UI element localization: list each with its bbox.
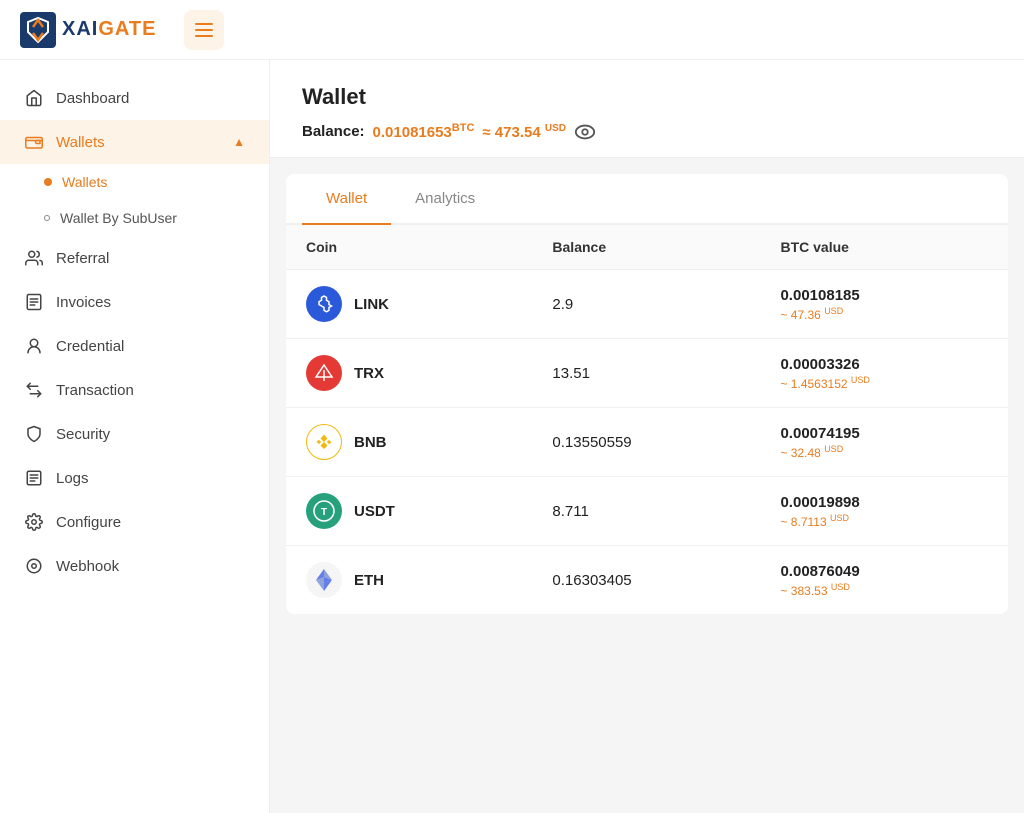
sidebar-item-label: Security bbox=[56, 426, 110, 443]
col-balance: Balance bbox=[532, 225, 760, 270]
coin-name-bnb: BNB bbox=[354, 434, 387, 451]
home-icon bbox=[24, 88, 44, 108]
sidebar-item-referral[interactable]: Referral bbox=[0, 236, 269, 280]
sidebar-item-security[interactable]: Security bbox=[0, 412, 269, 456]
coin-cell-usdt: T USDT bbox=[286, 477, 532, 546]
balance-cell-bnb: 0.13550559 bbox=[532, 408, 760, 477]
logo-text: XAIGATE bbox=[62, 18, 156, 41]
coin-cell-link: LINK bbox=[286, 270, 532, 339]
logs-icon bbox=[24, 468, 44, 488]
page-header: Wallet Balance: 0.01081653BTC ≈ 473.54 U… bbox=[270, 60, 1024, 158]
sidebar: Dashboard Wallets ▲ Wallets Wallet B bbox=[0, 60, 270, 813]
sub-item-label: Wallets bbox=[62, 174, 107, 190]
col-btc-value: BTC value bbox=[760, 225, 1008, 270]
table-row: BNB 0.13550559 0.00074195 ~ 32.48 USD bbox=[286, 408, 1008, 477]
eth-logo bbox=[306, 562, 342, 598]
sidebar-item-wallets[interactable]: Wallets ▲ bbox=[0, 120, 269, 164]
col-coin: Coin bbox=[286, 225, 532, 270]
topbar: XAIGATE bbox=[0, 0, 1024, 60]
transaction-icon bbox=[24, 380, 44, 400]
balance-approx: ≈ 473.54 USD bbox=[482, 123, 566, 141]
chevron-up-icon: ▲ bbox=[233, 135, 245, 149]
sidebar-item-configure[interactable]: Configure bbox=[0, 500, 269, 544]
sidebar-item-invoices[interactable]: Invoices bbox=[0, 280, 269, 324]
btc-value-cell-link: 0.00108185 ~ 47.36 USD bbox=[760, 270, 1008, 339]
page-title: Wallet bbox=[302, 84, 992, 110]
sidebar-item-label: Configure bbox=[56, 514, 121, 531]
coin-cell-trx: TRX bbox=[286, 339, 532, 408]
usdt-logo: T bbox=[306, 493, 342, 529]
coin-cell-bnb: BNB bbox=[286, 408, 532, 477]
sidebar-item-label: Wallets bbox=[56, 134, 105, 151]
sidebar-item-credential[interactable]: Credential bbox=[0, 324, 269, 368]
wallet-icon bbox=[24, 132, 44, 152]
sidebar-item-label: Referral bbox=[56, 250, 109, 267]
configure-icon bbox=[24, 512, 44, 532]
webhook-icon bbox=[24, 556, 44, 576]
coin-name-link: LINK bbox=[354, 296, 389, 313]
balance-label: Balance: bbox=[302, 123, 365, 140]
sub-item-label: Wallet By SubUser bbox=[60, 210, 177, 226]
svg-text:T: T bbox=[321, 507, 327, 518]
table-row: T USDT 8.711 0.00019898 ~ 8.7113 USD bbox=[286, 477, 1008, 546]
balance-cell-eth: 0.16303405 bbox=[532, 546, 760, 615]
sidebar-item-webhook[interactable]: Webhook bbox=[0, 544, 269, 588]
inactive-dot-icon bbox=[44, 215, 50, 221]
btc-value-cell-trx: 0.00003326 ~ 1.4563152 USD bbox=[760, 339, 1008, 408]
sidebar-item-label: Transaction bbox=[56, 382, 134, 399]
btc-value-cell-bnb: 0.00074195 ~ 32.48 USD bbox=[760, 408, 1008, 477]
balance-cell-usdt: 8.711 bbox=[532, 477, 760, 546]
sidebar-item-label: Invoices bbox=[56, 294, 111, 311]
balance-cell-trx: 13.51 bbox=[532, 339, 760, 408]
menu-button[interactable] bbox=[184, 10, 224, 50]
table-row: ETH 0.16303405 0.00876049 ~ 383.53 USD bbox=[286, 546, 1008, 615]
sidebar-sub-wallets[interactable]: Wallets bbox=[0, 164, 269, 200]
active-dot-icon bbox=[44, 178, 52, 186]
sidebar-item-label: Webhook bbox=[56, 558, 119, 575]
sidebar-item-label: Credential bbox=[56, 338, 124, 355]
content-area: Wallet Analytics Coin Balance BTC value bbox=[286, 174, 1008, 614]
bnb-logo bbox=[306, 424, 342, 460]
coin-name-eth: ETH bbox=[354, 572, 384, 589]
main-content: Wallet Balance: 0.01081653BTC ≈ 473.54 U… bbox=[270, 60, 1024, 813]
sidebar-item-label: Dashboard bbox=[56, 90, 129, 107]
coin-cell-eth: ETH bbox=[286, 546, 532, 615]
coin-name-usdt: USDT bbox=[354, 503, 395, 520]
wallets-submenu: Wallets Wallet By SubUser bbox=[0, 164, 269, 236]
users-icon bbox=[24, 248, 44, 268]
security-icon bbox=[24, 424, 44, 444]
balance-cell-link: 2.9 bbox=[532, 270, 760, 339]
table-header-row: Coin Balance BTC value bbox=[286, 225, 1008, 270]
invoice-icon bbox=[24, 292, 44, 312]
tab-wallet[interactable]: Wallet bbox=[302, 174, 391, 225]
tabs-row: Wallet Analytics bbox=[286, 174, 1008, 225]
table-row: TRX 13.51 0.00003326 ~ 1.4563152 USD bbox=[286, 339, 1008, 408]
btc-value-cell-usdt: 0.00019898 ~ 8.7113 USD bbox=[760, 477, 1008, 546]
layout: Dashboard Wallets ▲ Wallets Wallet B bbox=[0, 60, 1024, 813]
sidebar-item-transaction[interactable]: Transaction bbox=[0, 368, 269, 412]
sidebar-item-label: Logs bbox=[56, 470, 89, 487]
eye-icon[interactable] bbox=[574, 124, 596, 140]
sidebar-sub-wallet-by-subuser[interactable]: Wallet By SubUser bbox=[0, 200, 269, 236]
link-logo bbox=[306, 286, 342, 322]
trx-logo bbox=[306, 355, 342, 391]
btc-value-cell-eth: 0.00876049 ~ 383.53 USD bbox=[760, 546, 1008, 615]
coins-table: Coin Balance BTC value LINK 2.9 0.001081… bbox=[286, 225, 1008, 614]
logo: XAIGATE bbox=[20, 12, 156, 48]
credential-icon bbox=[24, 336, 44, 356]
logo-icon bbox=[20, 12, 56, 48]
sidebar-item-logs[interactable]: Logs bbox=[0, 456, 269, 500]
balance-row: Balance: 0.01081653BTC ≈ 473.54 USD bbox=[302, 122, 992, 141]
coin-name-trx: TRX bbox=[354, 365, 384, 382]
tab-analytics[interactable]: Analytics bbox=[391, 174, 499, 225]
table-row: LINK 2.9 0.00108185 ~ 47.36 USD bbox=[286, 270, 1008, 339]
balance-btc-amount: 0.01081653BTC bbox=[373, 122, 475, 141]
sidebar-item-dashboard[interactable]: Dashboard bbox=[0, 76, 269, 120]
